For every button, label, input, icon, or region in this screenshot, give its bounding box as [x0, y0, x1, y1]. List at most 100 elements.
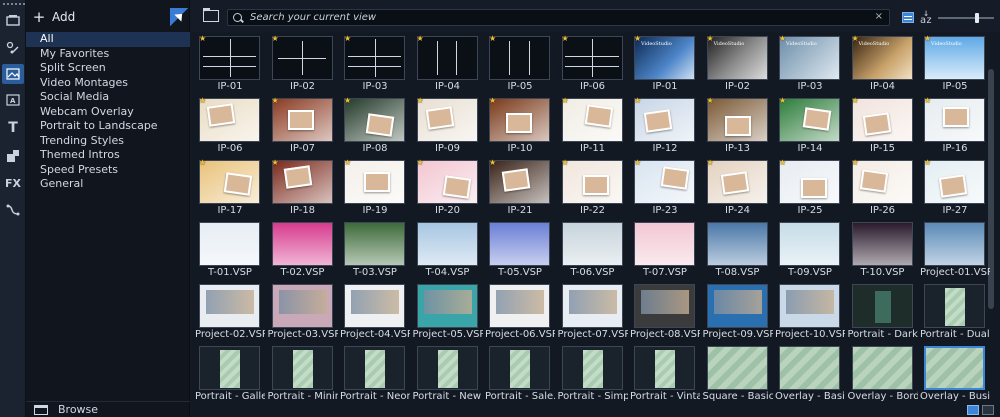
template-tile[interactable]: Portrait - Galler...	[195, 343, 265, 405]
template-tile[interactable]: ★ IP-17	[195, 157, 265, 219]
category-item[interactable]: Video Montages	[26, 76, 190, 91]
template-tile[interactable]: ★ IP-03	[340, 33, 410, 95]
template-tile[interactable]: ★ IP-22	[558, 157, 628, 219]
template-tile[interactable]: Overlay - Busine...	[920, 343, 990, 405]
template-tile[interactable]: VideoStudio ★ IP-05	[920, 33, 990, 95]
template-tile[interactable]: Project-01.VSP	[920, 219, 990, 281]
dropdown-corner-icon[interactable]	[170, 8, 188, 26]
template-tile[interactable]: ★ IP-01	[195, 33, 265, 95]
category-item[interactable]: Speed Presets	[26, 163, 190, 178]
text-icon[interactable]: T	[2, 118, 24, 138]
template-tile[interactable]: ★ IP-13	[703, 95, 773, 157]
template-thumbnail	[561, 98, 623, 142]
clear-search-icon[interactable]: ×	[875, 11, 883, 22]
template-tile[interactable]: Portrait - Dual.V...	[920, 281, 990, 343]
template-tile[interactable]: ★ IP-04	[413, 33, 483, 95]
template-tile[interactable]: Project-07.VSP	[558, 281, 628, 343]
template-tile[interactable]: VideoStudio ★ IP-02	[703, 33, 773, 95]
template-tile[interactable]: Portrait - Sale.V...	[485, 343, 555, 405]
category-item[interactable]: My Favorites	[26, 47, 190, 62]
template-icon[interactable]	[2, 64, 24, 84]
thumbnail-view-icon[interactable]	[967, 405, 979, 415]
template-tile[interactable]: Overlay - Borde...	[848, 343, 918, 405]
template-tile[interactable]: ★ IP-23	[630, 157, 700, 219]
template-tile[interactable]: ★ IP-18	[268, 157, 338, 219]
sort-icon[interactable]: ↓ az	[920, 9, 932, 26]
fx-icon[interactable]: FX	[2, 173, 24, 193]
media-icon[interactable]	[2, 10, 24, 30]
template-tile[interactable]: T-04.VSP	[413, 219, 483, 281]
template-tile[interactable]: VideoStudio ★ IP-04	[848, 33, 918, 95]
template-tile[interactable]: ★ IP-24	[703, 157, 773, 219]
template-tile[interactable]: T-09.VSP	[775, 219, 845, 281]
template-tile[interactable]: ★ IP-12	[630, 95, 700, 157]
browse-button[interactable]: Browse	[26, 401, 190, 417]
template-tile[interactable]: T-07.VSP	[630, 219, 700, 281]
template-tile[interactable]: Portrait - New P...	[413, 343, 483, 405]
template-tile[interactable]: T-02.VSP	[268, 219, 338, 281]
template-tile[interactable]: ★ IP-26	[848, 157, 918, 219]
template-tile[interactable]: ★ IP-10	[485, 95, 555, 157]
category-item[interactable]: General	[26, 177, 190, 192]
template-tile[interactable]: Project-10.VSP	[775, 281, 845, 343]
template-tile[interactable]: Portrait - Vintag...	[630, 343, 700, 405]
template-tile[interactable]: ★ IP-07	[268, 95, 338, 157]
template-tile[interactable]: T-10.VSP	[848, 219, 918, 281]
template-tile[interactable]: T-01.VSP	[195, 219, 265, 281]
template-tile[interactable]: ★ IP-20	[413, 157, 483, 219]
template-tile[interactable]: ★ IP-25	[775, 157, 845, 219]
template-tile[interactable]: Portrait - Minim...	[268, 343, 338, 405]
template-tile[interactable]: Project-06.VSP	[485, 281, 555, 343]
template-tile[interactable]: Portrait - Neon...	[340, 343, 410, 405]
thumbnail-zoom-slider[interactable]	[938, 13, 994, 23]
title-icon[interactable]: A	[2, 90, 24, 110]
template-tile[interactable]: ★ IP-02	[268, 33, 338, 95]
template-tile[interactable]: ★ IP-14	[775, 95, 845, 157]
category-item[interactable]: Social Media	[26, 90, 190, 105]
template-tile[interactable]: ★ IP-06	[195, 95, 265, 157]
instant-project-icon[interactable]	[2, 38, 24, 58]
template-tile[interactable]: ★ IP-11	[558, 95, 628, 157]
template-tile[interactable]: Portrait - Dark.V...	[848, 281, 918, 343]
open-folder-icon[interactable]	[203, 8, 219, 22]
template-tile[interactable]: Project-02.VSP	[195, 281, 265, 343]
template-tile[interactable]: T-05.VSP	[485, 219, 555, 281]
template-tile[interactable]: ★ IP-15	[848, 95, 918, 157]
category-item[interactable]: Themed Intros	[26, 148, 190, 163]
template-tile[interactable]: ★ IP-16	[920, 95, 990, 157]
category-item[interactable]: All	[26, 32, 190, 47]
template-tile[interactable]: Overlay - Basic...	[775, 343, 845, 405]
search-input[interactable]	[250, 12, 870, 23]
template-tile[interactable]: T-03.VSP	[340, 219, 410, 281]
effects-icon[interactable]	[2, 146, 24, 166]
template-tile[interactable]: T-06.VSP	[558, 219, 628, 281]
zoom-handle[interactable]	[975, 13, 979, 23]
template-tile[interactable]: ★ IP-19	[340, 157, 410, 219]
template-label: Overlay - Borde...	[847, 391, 918, 402]
template-tile[interactable]: VideoStudio ★ IP-03	[775, 33, 845, 95]
template-tile[interactable]: Project-09.VSP	[703, 281, 773, 343]
category-item[interactable]: Portrait to Landscape	[26, 119, 190, 134]
template-tile[interactable]: Project-04.VSP	[340, 281, 410, 343]
template-tile[interactable]: Project-05.VSP	[413, 281, 483, 343]
category-item[interactable]: Webcam Overlay	[26, 105, 190, 120]
template-tile[interactable]: Portrait - Simpl...	[558, 343, 628, 405]
template-tile[interactable]: ★ IP-21	[485, 157, 555, 219]
category-item[interactable]: Trending Styles	[26, 134, 190, 149]
category-item[interactable]: Split Screen	[26, 61, 190, 76]
template-tile[interactable]: ★ IP-27	[920, 157, 990, 219]
path-icon[interactable]	[2, 200, 24, 220]
list-view-icon[interactable]	[902, 12, 914, 23]
template-tile[interactable]: ★ IP-08	[340, 95, 410, 157]
template-tile[interactable]: ★ IP-06	[558, 33, 628, 95]
template-tile[interactable]: ★ IP-05	[485, 33, 555, 95]
template-tile[interactable]: ★ IP-09	[413, 95, 483, 157]
portrait-frame	[655, 350, 675, 388]
add-category-button[interactable]: + Add	[26, 6, 190, 28]
template-tile[interactable]: Square - Basic.V...	[703, 343, 773, 405]
detail-view-icon[interactable]	[982, 405, 994, 415]
template-tile[interactable]: Project-08.VSP	[630, 281, 700, 343]
template-tile[interactable]: VideoStudio ★ IP-01	[630, 33, 700, 95]
template-tile[interactable]: T-08.VSP	[703, 219, 773, 281]
template-tile[interactable]: Project-03.VSP	[268, 281, 338, 343]
